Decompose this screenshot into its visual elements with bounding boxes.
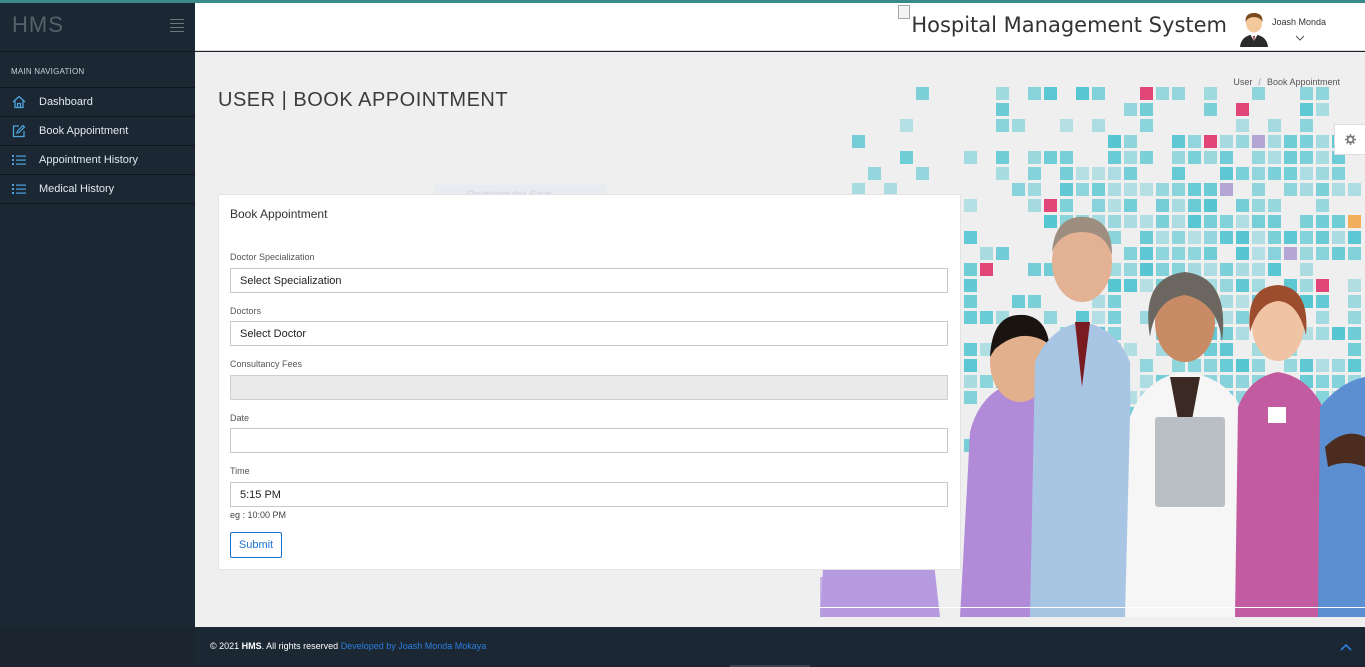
- gear-icon: [1344, 134, 1356, 145]
- fees-label: Consultancy Fees: [230, 359, 303, 369]
- divider: [820, 607, 1365, 608]
- copyright-text: © 2021: [210, 641, 242, 651]
- sidebar-item-book-appointment[interactable]: Book Appointment: [0, 117, 195, 146]
- home-icon: [11, 94, 27, 110]
- scroll-to-top-icon[interactable]: [1340, 638, 1352, 656]
- sidebar: HMS MAIN NAVIGATION Dashboard Book Appoi…: [0, 0, 195, 627]
- main-content: USER | BOOK APPOINTMENT User / Book Appoin…: [195, 52, 1365, 627]
- breadcrumb-separator: /: [1258, 77, 1261, 87]
- time-hint: eg : 10:00 PM: [230, 510, 287, 520]
- settings-toggle[interactable]: [1334, 124, 1365, 155]
- footer-brand: HMS: [241, 641, 262, 651]
- app-title: Hospital Management System: [898, 5, 1227, 37]
- doctor-select[interactable]: Select Doctor: [230, 321, 948, 346]
- breadcrumb: User / Book Appointment: [1233, 77, 1340, 87]
- menu-toggle-icon[interactable]: [170, 19, 184, 35]
- specialization-select[interactable]: Select Specialization: [230, 268, 948, 293]
- top-header: Hospital Management System Joash Monda: [195, 3, 1365, 51]
- brand-bar: HMS: [0, 0, 195, 52]
- brand-logo[interactable]: HMS: [12, 12, 64, 38]
- time-label: Time: [230, 466, 250, 476]
- specialization-label: Doctor Specialization: [230, 252, 315, 262]
- sidebar-item-appointment-history[interactable]: Appointment History: [0, 146, 195, 175]
- list-icon: [11, 152, 27, 168]
- footer-copyright: © 2021 HMS. All rights reserved Develope…: [210, 641, 486, 651]
- breadcrumb-item-user[interactable]: User: [1233, 77, 1252, 87]
- sidebar-item-dashboard[interactable]: Dashboard: [0, 88, 195, 117]
- sidebar-item-label: Book Appointment: [39, 125, 129, 137]
- date-field[interactable]: [230, 428, 948, 453]
- sidebar-item-label: Appointment History: [39, 154, 139, 166]
- app-title-text: Hospital Management System: [911, 13, 1227, 37]
- top-accent-line: [0, 0, 1365, 3]
- doctor-label: Doctors: [230, 306, 262, 316]
- breadcrumb-item-current: Book Appointment: [1266, 77, 1340, 87]
- edit-icon: [11, 123, 27, 139]
- sidebar-item-label: Medical History: [39, 183, 115, 195]
- nav-section-title: MAIN NAVIGATION: [0, 52, 195, 88]
- submit-button[interactable]: Submit: [230, 532, 282, 558]
- chevron-down-icon[interactable]: [1295, 28, 1305, 46]
- rights-text: . All rights reserved: [261, 641, 341, 651]
- footer: © 2021 HMS. All rights reserved Develope…: [195, 627, 1365, 667]
- sidebar-item-medical-history[interactable]: Medical History: [0, 175, 195, 204]
- developer-link[interactable]: Developed by Joash Monda Mokaya: [341, 641, 487, 651]
- list-icon: [11, 181, 27, 197]
- panel-title: Book Appointment: [230, 207, 328, 221]
- date-label: Date: [230, 413, 250, 423]
- page-title: USER | BOOK APPOINTMENT: [218, 89, 509, 111]
- user-name[interactable]: Joash Monda: [1272, 17, 1326, 27]
- book-appointment-panel: Book Appointment Doctor Specialization S…: [218, 194, 961, 570]
- avatar[interactable]: [1238, 11, 1270, 47]
- fees-field: [230, 375, 948, 400]
- broken-image-icon: [898, 5, 911, 19]
- sidebar-item-label: Dashboard: [39, 96, 93, 108]
- time-field[interactable]: 5:15 PM: [230, 482, 948, 507]
